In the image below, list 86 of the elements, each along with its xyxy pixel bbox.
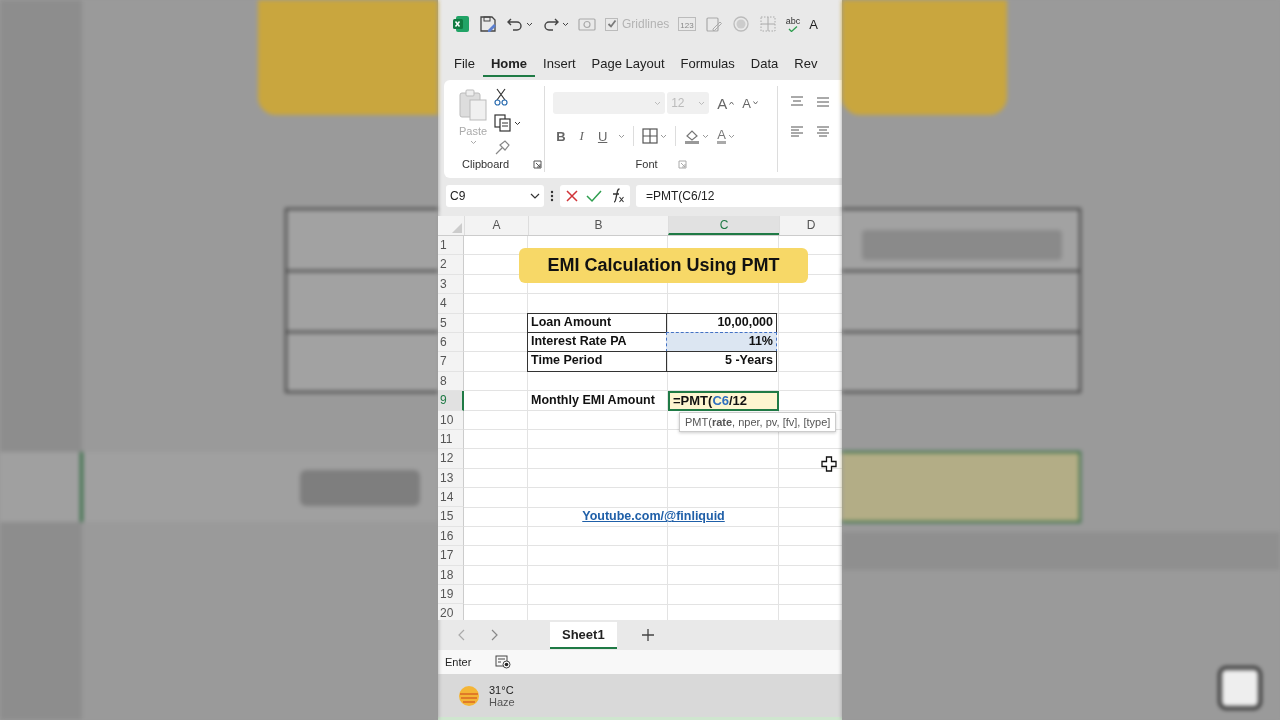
shrink-font-button[interactable]: A xyxy=(742,95,751,111)
enter-check-icon[interactable] xyxy=(586,189,602,203)
align-top-icon[interactable] xyxy=(790,96,804,108)
row-header[interactable]: 1 xyxy=(438,236,464,256)
ribbon-tab[interactable]: Data xyxy=(742,51,787,77)
row-header[interactable]: 17 xyxy=(438,546,464,566)
ribbon-tab[interactable]: Formulas xyxy=(672,51,743,77)
row-header[interactable]: 19 xyxy=(438,585,464,605)
title-banner: EMI Calculation Using PMT xyxy=(519,248,808,283)
sheet-tab[interactable]: Sheet1 xyxy=(550,621,617,649)
row-header[interactable]: 10 xyxy=(438,410,464,430)
row-header[interactable]: 12 xyxy=(438,449,464,469)
ribbon-tab[interactable]: Home xyxy=(482,51,536,77)
row-header[interactable]: 7 xyxy=(438,352,464,372)
ribbon-tab[interactable]: Page Layout xyxy=(583,51,673,77)
caret-icon[interactable] xyxy=(530,193,540,199)
status-mode: Enter xyxy=(445,656,472,668)
more-icon[interactable] xyxy=(550,189,554,203)
fill-color-icon[interactable] xyxy=(684,128,701,144)
ribbon-tab[interactable]: Rev xyxy=(786,51,826,77)
cut-icon[interactable] xyxy=(494,88,508,106)
row-header[interactable]: 14 xyxy=(438,488,464,508)
camera-icon[interactable] xyxy=(578,16,596,32)
row-header[interactable]: 13 xyxy=(438,468,464,489)
column-header[interactable]: C xyxy=(668,216,779,235)
italic-button[interactable]: I xyxy=(576,128,587,144)
row-header[interactable]: 6 xyxy=(438,332,464,353)
formula-field[interactable]: =PMT(C6/12 xyxy=(636,185,842,207)
row-header[interactable]: 18 xyxy=(438,565,464,586)
undo-icon[interactable] xyxy=(506,16,524,32)
spelling-button[interactable]: abc xyxy=(785,16,801,26)
table-cell: 5 -Years xyxy=(666,351,777,372)
grow-font-button[interactable]: A xyxy=(717,94,728,112)
ribbon-tab[interactable]: File xyxy=(446,51,483,77)
dialog-launcher-icon[interactable] xyxy=(533,159,543,169)
row-header[interactable]: 4 xyxy=(438,294,464,314)
align-left-icon[interactable] xyxy=(790,126,804,138)
row-header[interactable]: 2 xyxy=(438,255,464,275)
underline-button[interactable]: U xyxy=(594,128,611,144)
clipboard-edit-icon[interactable] xyxy=(704,15,723,33)
caret-icon[interactable] xyxy=(526,21,533,27)
cell-editor[interactable]: =PMT(C6/12 xyxy=(668,391,779,411)
row-header[interactable]: 16 xyxy=(438,526,464,547)
weather-condition: Haze xyxy=(489,695,515,708)
weather-haze-icon[interactable] xyxy=(457,683,481,708)
cancel-icon[interactable] xyxy=(565,189,579,203)
ribbon-tab[interactable]: Insert xyxy=(535,51,584,77)
row-header[interactable]: 20 xyxy=(438,604,464,620)
up-caret-icon[interactable] xyxy=(729,101,735,105)
redo-icon[interactable] xyxy=(542,16,560,32)
link[interactable]: Youtube.com/@finliquid xyxy=(528,507,779,527)
table-cell: Time Period xyxy=(527,351,667,372)
cursor-icon xyxy=(821,456,837,472)
name-box[interactable]: C9 xyxy=(446,185,544,207)
column-header[interactable]: A xyxy=(464,216,528,235)
previous-sheet-icon[interactable] xyxy=(458,629,466,641)
table-cell: Loan Amount xyxy=(527,312,667,333)
add-sheet-icon[interactable] xyxy=(640,628,655,642)
caret-icon[interactable] xyxy=(514,120,521,126)
row-header[interactable]: 15 xyxy=(438,507,464,527)
copy-icon[interactable] xyxy=(494,114,512,132)
row-header[interactable]: 8 xyxy=(438,371,464,392)
spreadsheet-logo-icon[interactable] xyxy=(452,15,470,33)
temperature: 31°C xyxy=(489,683,515,696)
clipboard-icon[interactable] xyxy=(458,88,488,122)
table-cell: 11% xyxy=(666,331,777,353)
toolbar-text[interactable]: A xyxy=(809,16,818,32)
bold-button[interactable]: B xyxy=(553,128,569,144)
group-label: Clipboard xyxy=(462,158,510,170)
align-center-icon[interactable] xyxy=(816,126,830,138)
row-header[interactable]: 11 xyxy=(438,429,464,450)
group-label: Font xyxy=(635,158,658,170)
function-tooltip: PMT(rate, nper, pv, [fv], [type] xyxy=(679,412,837,432)
caret-icon[interactable] xyxy=(562,21,569,27)
save-icon[interactable] xyxy=(479,15,497,33)
checkmark-icon[interactable] xyxy=(787,25,798,32)
align-middle-icon[interactable] xyxy=(816,96,830,108)
row-header[interactable]: 9 xyxy=(438,391,464,411)
row-header[interactable]: 3 xyxy=(438,274,464,295)
table-cell-text: Monthly EMI Amount xyxy=(530,392,656,410)
next-sheet-icon[interactable] xyxy=(490,629,498,641)
borders-icon[interactable] xyxy=(642,128,659,144)
row-header[interactable]: 5 xyxy=(438,313,464,333)
font-color-button[interactable]: A xyxy=(717,128,726,144)
macro-record-icon[interactable] xyxy=(495,655,512,669)
format-painter-icon[interactable] xyxy=(494,140,510,156)
